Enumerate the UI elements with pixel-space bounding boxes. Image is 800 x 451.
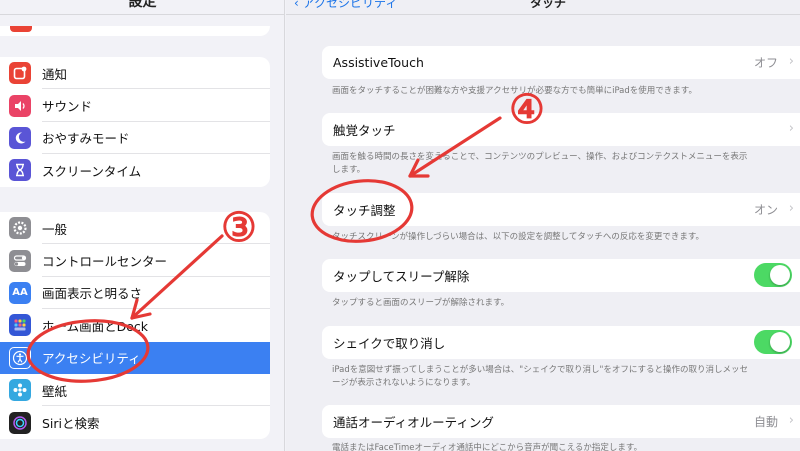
sidebar-item-home-screen-dock[interactable]: ホーム画面とDock [0, 309, 270, 341]
partial-icon [10, 26, 32, 32]
row-touch-accommodations[interactable]: タッチ調整 オン › [322, 193, 800, 226]
nav-divider [286, 14, 800, 15]
row-haptic-touch[interactable]: 触覚タッチ › [322, 113, 800, 146]
chevron-left-icon: ‹ [294, 0, 299, 10]
home-grid-icon [9, 314, 31, 337]
sidebar-item-label: サウンド [42, 99, 93, 115]
sidebar-partial-row [0, 26, 270, 36]
chevron-right-icon: › [788, 121, 794, 136]
sidebar-item-label: 通知 [42, 66, 68, 82]
sidebar-item-accessibility[interactable]: アクセシビリティ [0, 341, 270, 374]
touch-settings-panel: ‹ アクセシビリティ タッチ AssistiveTouch オフ › 画面をタッ… [286, 0, 800, 451]
row-value: オフ [753, 56, 778, 70]
row-label: AssistiveTouch [333, 55, 424, 70]
tap-to-wake-toggle[interactable] [754, 263, 792, 287]
wallpaper-icon [9, 379, 31, 402]
row-label: タッチ調整 [333, 203, 396, 218]
chevron-right-icon: › [788, 413, 794, 428]
sidebar-item-label: ホーム画面とDock [42, 318, 149, 334]
hourglass-icon [9, 159, 31, 182]
sidebar-item-label: 壁紙 [42, 383, 68, 399]
step4-number: ④ [509, 86, 545, 133]
chevron-right-icon: › [788, 54, 794, 69]
step3-number: ③ [221, 204, 257, 251]
sidebar-item-label: コントロールセンター [42, 254, 168, 270]
sidebar-item-display-brightness[interactable]: AA 画面表示と明るさ [0, 277, 270, 310]
siri-icon [9, 411, 31, 434]
toggles-icon [9, 249, 31, 272]
row-footer: 電話またはFaceTimeオーディオ通話中にどこから音声が聞こえるか指定します。 [332, 443, 643, 451]
sidebar-item-label: おやすみモード [42, 131, 130, 147]
moon-icon [9, 126, 31, 149]
row-call-audio-routing[interactable]: 通話オーディオルーティング 自動 › [322, 405, 800, 438]
sidebar-item-label: Siriと検索 [42, 416, 100, 432]
notification-icon [9, 62, 31, 85]
sidebar-item-label: 一般 [42, 221, 68, 237]
row-footer: 画面を触る時間の長さを変えることで、コンテンツのプレビュー、操作、およびコンテク… [332, 152, 748, 175]
sound-icon [9, 94, 31, 117]
sidebar-item-wallpaper[interactable]: 壁紙 [0, 374, 270, 407]
row-label: 触覚タッチ [333, 123, 396, 138]
sidebar-item-screen-time[interactable]: スクリーンタイム [0, 154, 270, 186]
row-label: タップしてスリープ解除 [333, 269, 470, 284]
row-label: シェイクで取り消し [333, 336, 446, 351]
row-shake-to-undo: シェイクで取り消し [322, 326, 800, 359]
row-footer: iPadを意図せず振ってしまうことが多い場合は、"シェイクで取り消し"をオフにす… [332, 365, 749, 388]
text-size-icon: AA [9, 281, 31, 304]
row-assistive-touch[interactable]: AssistiveTouch オフ › [322, 46, 800, 79]
sidebar-title: 設定 [128, 0, 157, 10]
row-footer: タップすると画面のスリープが解除されます。 [332, 298, 510, 308]
row-value: オン [753, 203, 778, 217]
row-footer: タッチスクリーンが操作しづらい場合は、以下の設定を調整してタッチへの反応を変更で… [332, 232, 704, 242]
gear-icon [9, 217, 31, 240]
row-label: 通話オーディオルーティング [333, 415, 494, 430]
sidebar-item-do-not-disturb[interactable]: おやすみモード [0, 122, 270, 155]
chevron-right-icon: › [788, 201, 794, 216]
sidebar-item-label: アクセシビリティ [42, 351, 141, 367]
sidebar-item-notifications[interactable]: 通知 [0, 57, 270, 90]
row-tap-to-wake: タップしてスリープ解除 [322, 259, 800, 292]
sidebar-header-divider [0, 14, 284, 15]
sidebar-item-label: 画面表示と明るさ [42, 286, 143, 302]
sidebar-item-label: スクリーンタイム [42, 163, 142, 179]
sidebar-item-siri-search[interactable]: Siriと検索 [0, 406, 270, 438]
sidebar-item-sounds[interactable]: サウンド [0, 89, 270, 122]
row-value: 自動 [753, 415, 778, 429]
shake-to-undo-toggle[interactable] [754, 330, 792, 354]
back-label: アクセシビリティ [302, 0, 398, 10]
accessibility-icon [9, 346, 31, 369]
page-title: タッチ [530, 0, 567, 10]
back-button[interactable]: ‹ アクセシビリティ [294, 0, 397, 11]
sidebar-group-notifications: 通知 サウンド おやすみモード スクリーンタイム [0, 57, 270, 187]
